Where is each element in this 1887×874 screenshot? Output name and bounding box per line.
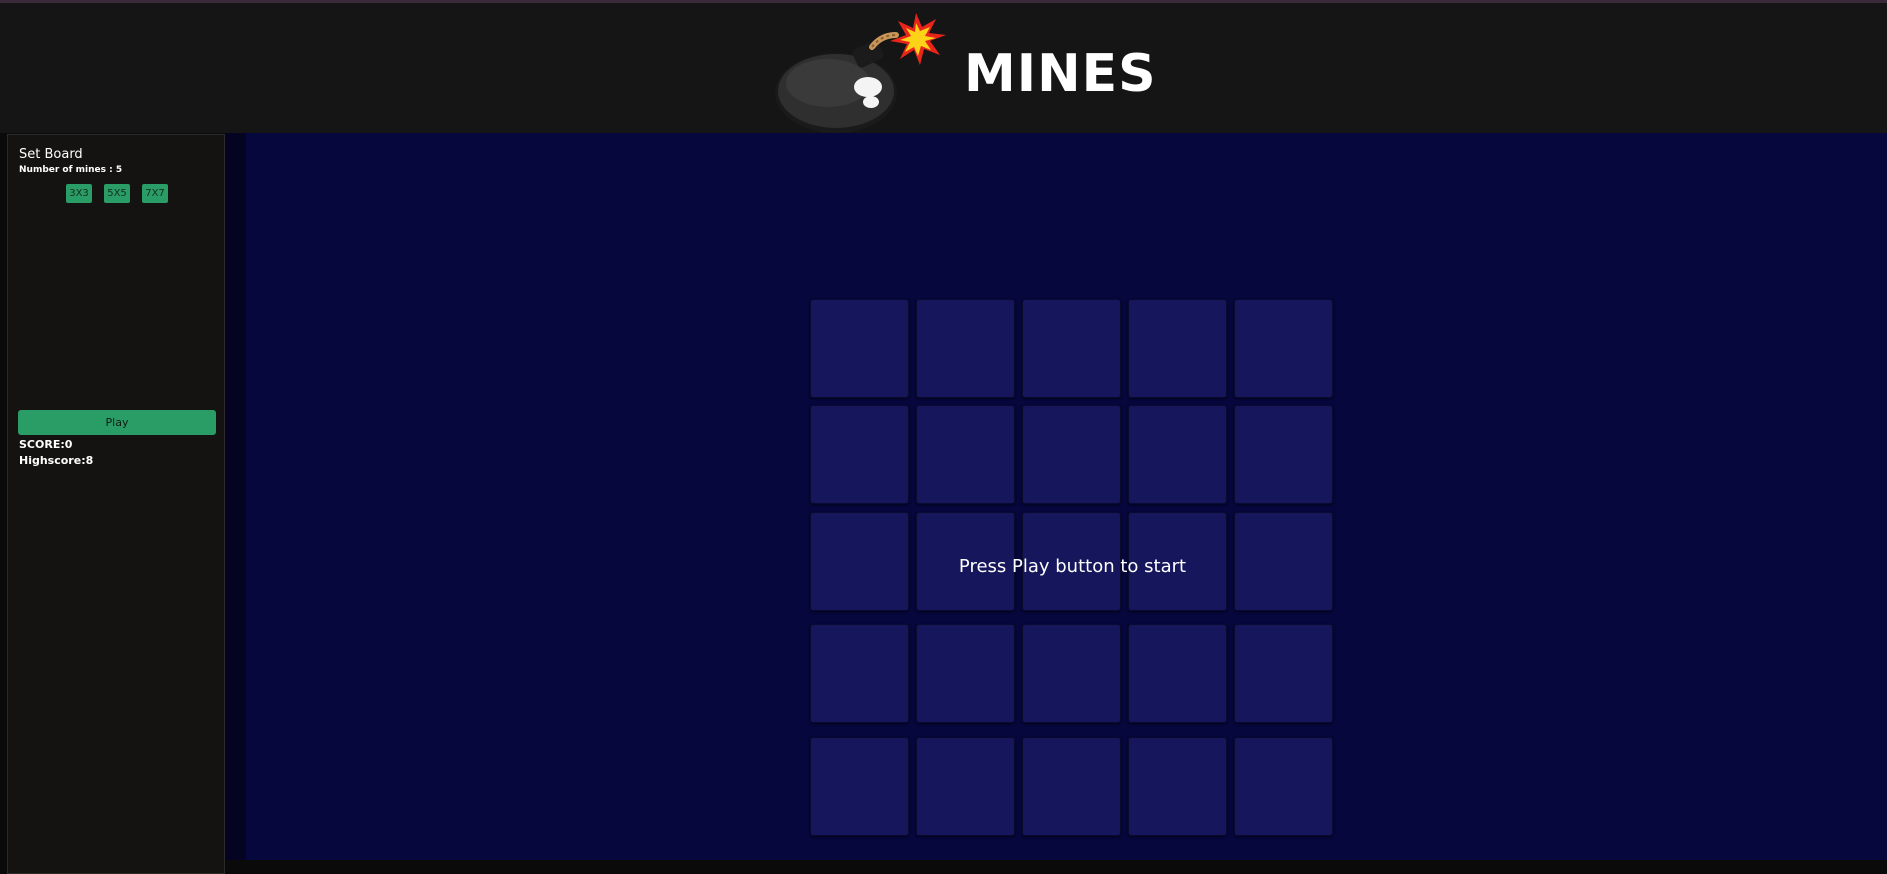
app-header: MINES xyxy=(0,3,1887,133)
board-tile[interactable] xyxy=(1234,624,1333,723)
board-tile[interactable] xyxy=(1022,737,1121,836)
highscore-label: Highscore:8 xyxy=(19,454,94,467)
board-tile[interactable] xyxy=(810,299,909,398)
mines-count-label: Number of mines : 5 xyxy=(19,165,123,175)
status-message: Press Play button to start xyxy=(958,556,1187,577)
app-title: MINES xyxy=(964,44,1157,104)
settings-sidebar: Set Board Number of mines : 5 3X3 5X5 7X… xyxy=(7,134,225,874)
set-board-heading: Set Board xyxy=(19,147,83,162)
board-tile[interactable] xyxy=(1022,405,1121,504)
board-tile[interactable] xyxy=(1128,737,1227,836)
board-tile[interactable] xyxy=(916,624,1015,723)
layout-gutter xyxy=(226,133,246,860)
size-5x5-button[interactable]: 5X5 xyxy=(104,184,130,203)
board-tile[interactable] xyxy=(810,624,909,723)
board-tile[interactable] xyxy=(1234,299,1333,398)
board-tile[interactable] xyxy=(916,737,1015,836)
board-tile[interactable] xyxy=(810,737,909,836)
board-tile[interactable] xyxy=(1128,405,1227,504)
size-7x7-button[interactable]: 7X7 xyxy=(142,184,168,203)
board-tile[interactable] xyxy=(810,405,909,504)
board-tile[interactable] xyxy=(1022,299,1121,398)
size-3x3-button[interactable]: 3X3 xyxy=(66,184,92,203)
bomb-icon xyxy=(775,13,946,133)
board-tile[interactable] xyxy=(916,405,1015,504)
score-label: SCORE:0 xyxy=(19,438,73,451)
board-tile[interactable] xyxy=(1128,624,1227,723)
play-button[interactable]: Play xyxy=(18,410,216,435)
board-tile[interactable] xyxy=(1128,299,1227,398)
board-tile[interactable] xyxy=(1234,405,1333,504)
board-tile[interactable] xyxy=(1234,737,1333,836)
board-tile[interactable] xyxy=(1022,624,1121,723)
board-tile[interactable] xyxy=(916,299,1015,398)
